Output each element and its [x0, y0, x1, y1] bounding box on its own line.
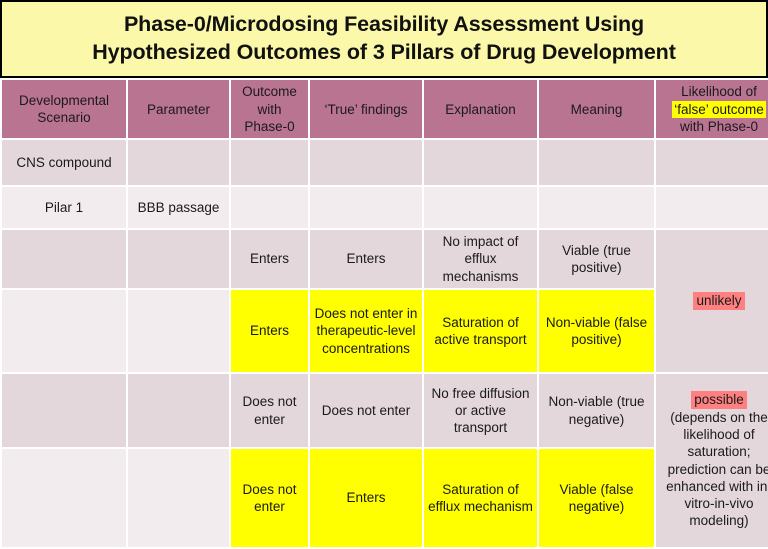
header-developmental-scenario: Developmental Scenario — [2, 80, 126, 139]
cell-scenario-empty-3 — [2, 230, 126, 288]
cell-outcome-6: Does not enter — [231, 449, 308, 547]
cell-scenario-cns: CNS compound — [2, 140, 126, 186]
cell-true-findings-5: Does not enter — [310, 374, 422, 447]
cell-explanation-5: No free diffusion or active transport — [424, 374, 537, 447]
cell-scenario-empty-5 — [2, 374, 126, 447]
cell-meaning-5: Non-viable (true negative) — [539, 374, 654, 447]
cell-parameter-empty-5 — [128, 374, 229, 447]
page-title-line-1: Phase-0/Microdosing Feasibility Assessme… — [123, 11, 645, 36]
cell-outcome-empty-2 — [231, 187, 308, 229]
cell-likelihood-possible: possible (depends on the likelihood of s… — [656, 374, 768, 547]
cell-parameter-empty-4 — [128, 290, 229, 372]
feasibility-table: Developmental Scenario Parameter Outcome… — [0, 78, 768, 549]
header-likelihood-of-false-outcome: Likelihood of ‘false’ outcome with Phase… — [656, 80, 768, 139]
cell-true-findings-3: Enters — [310, 230, 422, 288]
cell-true-findings-6: Enters — [310, 449, 422, 547]
cell-explanation-6: Saturation of efflux mechanism — [424, 449, 537, 547]
cell-explanation-empty-2 — [424, 187, 537, 229]
cell-likelihood-empty-1 — [656, 140, 768, 186]
header-parameter: Parameter — [128, 80, 229, 139]
cell-outcome-empty-1 — [231, 140, 308, 186]
cell-meaning-3: Viable (true positive) — [539, 230, 654, 288]
cell-true-findings-empty-1 — [310, 140, 422, 186]
slide-page: Phase-0/Microdosing Feasibility Assessme… — [0, 0, 768, 549]
cell-meaning-6: Viable (false negative) — [539, 449, 654, 547]
header-explanation: Explanation — [424, 80, 537, 139]
cell-outcome-5: Does not enter — [231, 374, 308, 447]
header-true-findings: ‘True’ findings — [310, 80, 422, 139]
table-row-pilar-1: Pilar 1 BBB passage — [2, 187, 768, 229]
title-banner: Phase-0/Microdosing Feasibility Assessme… — [0, 0, 768, 79]
likelihood-detail-possible: (depends on the likelihood of saturation… — [666, 409, 768, 529]
header-likelihood-line-3: with Phase-0 — [679, 118, 759, 134]
header-likelihood-line-1: Likelihood of — [681, 84, 757, 100]
cell-true-findings-empty-2 — [310, 187, 422, 229]
cell-scenario-pilar-1: Pilar 1 — [2, 187, 126, 229]
likelihood-keyword-possible: possible — [691, 391, 747, 409]
cell-meaning-empty-2 — [539, 187, 654, 229]
header-meaning: Meaning — [539, 80, 654, 139]
table-container: Developmental Scenario Parameter Outcome… — [0, 78, 768, 549]
cell-meaning-4: Non-viable (false positive) — [539, 290, 654, 372]
header-likelihood-line-2-highlight: ‘false’ outcome — [672, 100, 766, 118]
header-row: Developmental Scenario Parameter Outcome… — [2, 80, 768, 139]
table-row-cns-compound: CNS compound — [2, 140, 768, 186]
cell-parameter-empty-1 — [128, 140, 229, 186]
table-row-true-positive: Enters Enters No impact of efflux mechan… — [2, 230, 768, 372]
cell-explanation-3: No impact of efflux mechanisms — [424, 230, 537, 288]
cell-explanation-empty-1 — [424, 140, 537, 186]
cell-parameter-bbb-passage: BBB passage — [128, 187, 229, 229]
table-header: Developmental Scenario Parameter Outcome… — [2, 80, 768, 139]
cell-likelihood-empty-2 — [656, 187, 768, 229]
cell-explanation-4: Saturation of active transport — [424, 290, 537, 372]
table-row-true-negative: Does not enter Does not enter No free di… — [2, 374, 768, 547]
cell-scenario-empty-6 — [2, 449, 126, 547]
cell-outcome-3: Enters — [231, 230, 308, 288]
cell-parameter-empty-6 — [128, 449, 229, 547]
cell-true-findings-4: Does not enter in therapeutic-level conc… — [310, 290, 422, 372]
table-body: CNS compound Pilar 1 BBB passage Enters … — [2, 140, 768, 547]
likelihood-keyword-unlikely: unlikely — [693, 292, 745, 310]
cell-likelihood-unlikely: unlikely — [656, 230, 768, 372]
cell-parameter-empty-3 — [128, 230, 229, 288]
cell-meaning-empty-1 — [539, 140, 654, 186]
page-title-line-2: Hypothesized Outcomes of 3 Pillars of Dr… — [92, 40, 676, 65]
cell-scenario-empty-4 — [2, 290, 126, 372]
cell-outcome-4: Enters — [231, 290, 308, 372]
table-row-false-negative: Does not enter Enters Saturation of effl… — [2, 449, 768, 547]
table-row-false-positive: Enters Does not enter in therapeutic-lev… — [2, 290, 768, 372]
header-outcome-with-phase-0: Outcome with Phase-0 — [231, 80, 308, 139]
